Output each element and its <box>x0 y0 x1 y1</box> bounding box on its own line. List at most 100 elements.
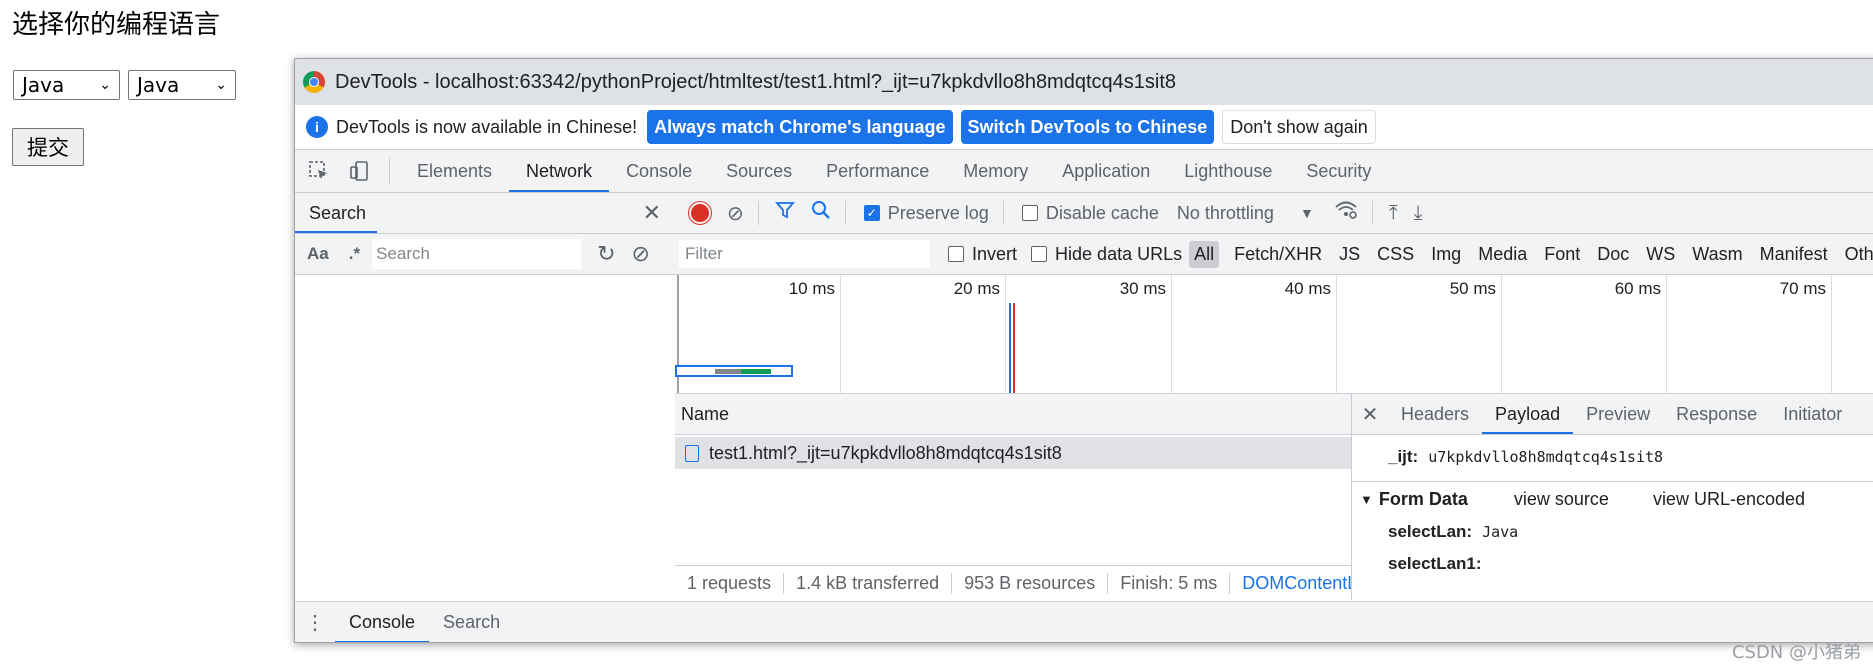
dom-content-loaded-marker <box>1009 303 1011 393</box>
request-name: test1.html?_ijt=u7kpkdvllo8h8mdqtcq4s1si… <box>709 442 1062 463</box>
tab-sources[interactable]: Sources <box>709 150 809 192</box>
timeline-tick: 10 ms <box>788 279 835 298</box>
timeline-tick: 60 ms <box>1614 279 1661 298</box>
transferred-size: 1.4 kB transferred <box>784 572 953 594</box>
tab-payload[interactable]: Payload <box>1482 394 1574 434</box>
type-filter-all[interactable]: All <box>1189 240 1220 268</box>
window-title: DevTools - localhost:63342/pythonProject… <box>335 70 1177 93</box>
preserve-log-checkbox[interactable]: ✓ <box>863 205 880 221</box>
filter-input[interactable]: Filter <box>679 240 930 268</box>
select-2-value: Java <box>137 73 180 97</box>
form-data-section[interactable]: ▼ Form Data view source view URL-encoded <box>1352 481 1873 516</box>
tab-response[interactable]: Response <box>1663 394 1770 434</box>
search-pane-tab[interactable]: Search <box>309 203 366 224</box>
resource-size: 953 B resources <box>952 572 1109 594</box>
timeline-tick: 30 ms <box>1119 279 1166 298</box>
drawer-tab-search[interactable]: Search <box>429 602 514 642</box>
switch-to-chinese-button[interactable]: Switch DevTools to Chinese <box>960 110 1215 144</box>
form-field-row: selectLan1: <box>1352 548 1873 580</box>
hide-data-urls-label: Hide data URLs <box>1055 243 1183 264</box>
more-options-icon[interactable]: ⋮ <box>295 602 335 642</box>
type-filter-fetch-xhr[interactable]: Fetch/XHR <box>1229 241 1327 268</box>
search-pane: Search ✕ Aa .* Search ↻ ⊘ <box>295 193 676 600</box>
type-filter-img[interactable]: Img <box>1426 241 1466 268</box>
language-select-1[interactable]: Java ⌄ <box>13 70 120 100</box>
type-filter-media[interactable]: Media <box>1473 241 1532 268</box>
network-overview-timeline[interactable]: 10 ms 20 ms 30 ms 40 ms 50 ms 60 ms 70 m… <box>675 275 1873 394</box>
type-filter-js[interactable]: JS <box>1334 241 1365 268</box>
devtools-titlebar: DevTools - localhost:63342/pythonProject… <box>295 59 1873 105</box>
tab-preview[interactable]: Preview <box>1573 394 1663 434</box>
form-field-key: selectLan: <box>1388 522 1473 541</box>
view-source-link[interactable]: view source <box>1514 489 1609 510</box>
type-filter-other[interactable]: Other <box>1840 241 1873 268</box>
drawer-tab-console[interactable]: Console <box>335 602 430 642</box>
language-select-2[interactable]: Java ⌄ <box>128 70 236 100</box>
info-icon: i <box>306 116 328 138</box>
throttling-select[interactable]: No throttling <box>1177 203 1274 224</box>
clear-log-icon[interactable]: ⊘ <box>727 201 744 226</box>
tab-security[interactable]: Security <box>1289 150 1388 192</box>
tab-application[interactable]: Application <box>1045 150 1167 192</box>
finish-time: Finish: 5 ms <box>1108 572 1231 594</box>
inspect-element-icon[interactable] <box>299 150 339 192</box>
form-data-title: Form Data <box>1378 488 1468 509</box>
close-icon[interactable]: ✕ <box>643 200 661 226</box>
query-param-row: _ijt: u7kpkdvllo8h8mdqtcq4s1sit8 <box>1352 441 1873 473</box>
preserve-log-label: Preserve log <box>887 202 989 223</box>
detail-tabs: ✕ Headers Payload Preview Response Initi… <box>1352 394 1873 435</box>
name-column-header[interactable]: Name <box>675 394 1351 435</box>
timeline-tick: 50 ms <box>1449 279 1496 298</box>
tab-console[interactable]: Console <box>609 150 709 192</box>
devtools-window: DevTools - localhost:63342/pythonProject… <box>294 58 1873 643</box>
dont-show-again-button[interactable]: Don't show again <box>1222 110 1376 144</box>
type-filter-font[interactable]: Font <box>1539 241 1585 268</box>
clear-icon[interactable]: ⊘ <box>632 241 650 267</box>
regex-toggle[interactable]: .* <box>349 244 360 264</box>
invert-checkbox[interactable] <box>948 246 964 262</box>
tab-lighthouse[interactable]: Lighthouse <box>1167 150 1289 192</box>
device-toolbar-icon[interactable] <box>339 150 379 192</box>
table-row[interactable]: test1.html?_ijt=u7kpkdvllo8h8mdqtcq4s1si… <box>675 437 1351 469</box>
search-icon[interactable] <box>811 200 831 226</box>
request-count: 1 requests <box>675 572 785 594</box>
record-icon[interactable] <box>689 202 711 224</box>
type-filter-ws[interactable]: WS <box>1641 241 1680 268</box>
document-icon <box>685 444 699 462</box>
search-pane-header: Search ✕ <box>295 193 675 234</box>
timeline-tick: 70 ms <box>1779 279 1826 298</box>
refresh-icon[interactable]: ↻ <box>597 241 615 267</box>
type-filter-css[interactable]: CSS <box>1372 241 1419 268</box>
param-value: u7kpkdvllo8h8mdqtcq4s1sit8 <box>1428 448 1664 466</box>
tab-initiator[interactable]: Initiator <box>1770 394 1855 434</box>
type-filter-manifest[interactable]: Manifest <box>1755 241 1833 268</box>
timeline-tick: 20 ms <box>953 279 1000 298</box>
dom-content-loaded-time: DOMContentL <box>1242 572 1351 593</box>
always-match-language-button[interactable]: Always match Chrome's language <box>647 110 953 144</box>
disable-cache-checkbox[interactable] <box>1021 205 1038 221</box>
search-input[interactable]: Search <box>372 239 582 269</box>
tab-headers[interactable]: Headers <box>1388 394 1482 434</box>
export-har-icon[interactable]: ⤓ <box>1414 202 1423 225</box>
tab-elements[interactable]: Elements <box>400 150 509 192</box>
view-url-encoded-link[interactable]: view URL-encoded <box>1653 489 1805 510</box>
tab-performance[interactable]: Performance <box>809 150 946 192</box>
type-filter-wasm[interactable]: Wasm <box>1687 241 1747 268</box>
tab-network[interactable]: Network <box>509 150 610 192</box>
type-filter-doc[interactable]: Doc <box>1592 241 1634 268</box>
match-case-toggle[interactable]: Aa <box>307 244 329 264</box>
chevron-down-icon: ⌄ <box>99 77 111 93</box>
watermark: CSDN @小猪弟 <box>1731 642 1861 663</box>
form-field-key: selectLan1: <box>1388 554 1482 573</box>
submit-button[interactable]: 提交 <box>12 128 84 166</box>
hide-data-urls-checkbox[interactable] <box>1031 246 1048 262</box>
network-conditions-icon[interactable] <box>1334 200 1358 226</box>
page-title: 选择你的编程语言 <box>12 10 221 40</box>
tab-memory[interactable]: Memory <box>946 150 1045 192</box>
close-icon[interactable]: ✕ <box>1352 394 1388 434</box>
network-toolbar: ⊘ ✓ Preserve log Disable cache No thrott… <box>675 193 1873 234</box>
import-har-icon[interactable]: ⤒ <box>1389 202 1398 225</box>
triangle-down-icon: ▼ <box>1360 491 1373 507</box>
caret-down-icon[interactable]: ▼ <box>1300 205 1314 221</box>
filter-icon[interactable] <box>774 200 795 226</box>
